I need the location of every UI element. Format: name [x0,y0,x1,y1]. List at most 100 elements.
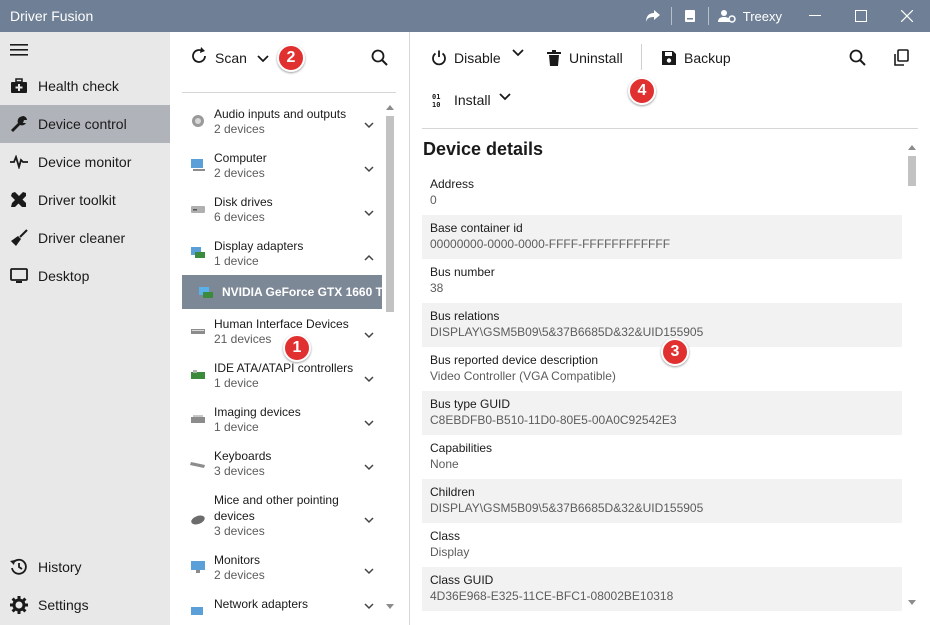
callout-badge-4: 4 [628,77,656,105]
sidebar: Health check Device control Device monit… [0,32,170,625]
property-class-guid: Class GUID 4D36E968-E325-11CE-BFC1-08002… [422,567,902,611]
install-button[interactable]: 01 10 Install [430,91,491,109]
scan-label: Scan [215,49,247,66]
sidebar-item-device-monitor[interactable]: Device monitor [0,143,170,181]
selected-device-row[interactable]: NVIDIA GeForce GTX 1660 Ti [182,275,382,309]
chevron-down-icon[interactable] [364,161,374,176]
tree-scrollbar[interactable] [384,104,396,614]
sidebar-item-desktop[interactable]: Desktop [0,257,170,295]
share-icon[interactable] [639,0,667,32]
disable-options-chevron-down-icon[interactable] [512,49,524,57]
uninstall-button[interactable]: Uninstall [545,49,623,67]
backup-button[interactable]: Backup [660,49,731,67]
mouse-icon [190,512,206,526]
pulse-icon [9,152,29,172]
property-class: Class Display [430,529,470,559]
sidebar-item-label: Driver toolkit [38,192,116,208]
refresh-icon [190,47,208,68]
scan-options-chevron-down-icon[interactable] [257,51,269,66]
category-imaging-devices[interactable]: Imaging devices 1 device [182,400,382,444]
tree-scrollbar-thumb[interactable] [386,116,394,312]
tree-search-icon[interactable] [371,49,388,69]
details-scrollbar-thumb[interactable] [908,156,916,186]
details-scrollbar[interactable] [906,144,918,610]
disable-button[interactable]: Disable [430,49,501,67]
sidebar-item-driver-cleaner[interactable]: Driver cleaner [0,219,170,257]
user-gear-icon[interactable] [713,0,741,32]
chevron-down-icon[interactable] [364,327,374,342]
details-search-icon[interactable] [849,49,866,66]
ide-controller-icon [190,368,206,382]
sidebar-item-label: Health check [38,78,119,94]
scroll-down-arrow-icon[interactable] [386,604,394,610]
power-icon [430,49,448,67]
sidebar-item-history[interactable]: History [0,548,170,586]
titlebar-separator [670,7,672,25]
display-adapter-icon [190,246,206,260]
sidebar-item-label: Device control [38,116,127,132]
chevron-down-icon[interactable] [364,415,374,430]
chevron-down-icon[interactable] [364,598,374,613]
category-human-interface-devices[interactable]: Human Interface Devices 21 devices [182,312,382,356]
chevron-down-icon[interactable] [364,371,374,386]
chevron-down-icon[interactable] [364,117,374,132]
sidebar-item-label: Settings [38,597,89,613]
titlebar-separator [707,7,709,25]
property-address: Address 0 [430,177,475,207]
keyboard-icon [190,456,206,470]
computer-icon [190,158,206,172]
sidebar-item-health-check[interactable]: Health check [0,67,170,105]
close-button[interactable] [884,0,930,32]
sidebar-item-driver-toolkit[interactable]: Driver toolkit [0,181,170,219]
category-monitors[interactable]: Monitors 2 devices [182,548,382,592]
gear-icon [9,595,29,615]
copy-icon[interactable] [894,49,909,66]
wrench-icon [9,114,29,134]
scan-button[interactable]: Scan [190,47,247,68]
callout-badge-3: 3 [661,338,689,366]
device-details-pane: Disable Uninstall Backup 01 10 Install De… [410,32,930,625]
property-bus-relations: Bus relations DISPLAY\GSM5B09\5&37B6685D… [422,303,902,347]
maximize-button[interactable] [838,0,884,32]
category-display-adapters[interactable]: Display adapters 1 device [182,234,382,278]
chevron-down-icon[interactable] [364,459,374,474]
save-icon [660,49,678,67]
category-audio-inputs-and-outputs[interactable]: Audio inputs and outputs 2 devices [182,102,382,146]
scroll-up-arrow-icon[interactable] [908,144,916,150]
category-mice-and-other-pointing-devices[interactable]: Mice and other pointing devices 3 device… [182,488,382,548]
property-children: Children DISPLAY\GSM5B09\5&37B6685D&32&U… [422,479,902,523]
book-icon[interactable] [676,0,704,32]
sidebar-item-device-control[interactable]: Device control [0,105,170,143]
category-keyboards[interactable]: Keyboards 3 devices [182,444,382,488]
disk-drive-icon [190,202,206,216]
property-bus-number: Bus number 38 [430,265,495,295]
backup-label: Backup [684,50,731,66]
category-ide-ata-atapi-controllers[interactable]: IDE ATA/ATAPI controllers 1 device [182,356,382,400]
chevron-up-icon[interactable] [364,249,374,264]
scroll-up-arrow-icon[interactable] [386,104,394,110]
history-icon [9,557,29,577]
speaker-icon [190,114,206,128]
tree-divider [182,92,396,93]
category-disk-drives[interactable]: Disk drives 6 devices [182,190,382,234]
category-network-adapters[interactable]: Network adapters [182,592,382,625]
tools-icon [9,190,29,210]
sidebar-item-settings[interactable]: Settings [0,586,170,624]
scroll-down-arrow-icon[interactable] [908,600,916,606]
chevron-down-icon[interactable] [364,205,374,220]
medkit-icon [9,76,29,96]
category-computer[interactable]: Computer 2 devices [182,146,382,190]
disable-label: Disable [454,50,501,66]
user-name[interactable]: Treexy [741,9,792,24]
chevron-down-icon[interactable] [364,512,374,527]
svg-text:10: 10 [432,101,440,108]
hamburger-menu-icon[interactable] [10,42,32,62]
install-options-chevron-down-icon[interactable] [499,93,511,101]
window-title: Driver Fusion [10,8,94,24]
property-base-container-id: Base container id 00000000-0000-0000-FFF… [422,215,902,259]
scanner-icon [190,412,206,426]
chevron-down-icon[interactable] [364,563,374,578]
toolbar-separator [641,44,642,70]
property-capabilities: Capabilities None [430,441,493,471]
minimize-button[interactable] [792,0,838,32]
